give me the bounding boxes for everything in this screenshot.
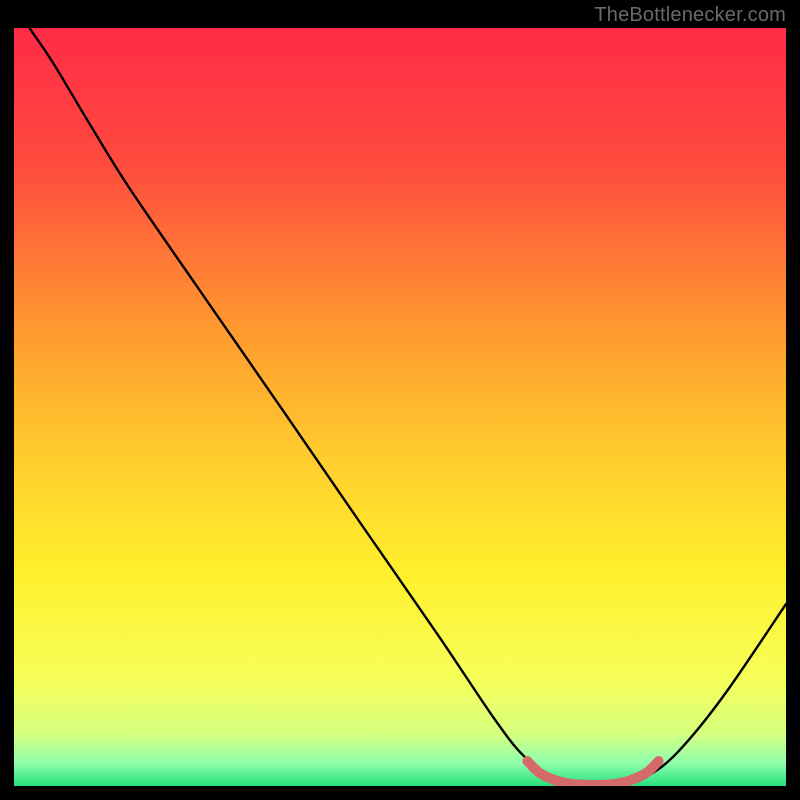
chart-frame [14, 28, 786, 786]
bottleneck-chart [14, 28, 786, 786]
chart-gradient-bg [14, 28, 786, 786]
watermark-text: TheBottlenecker.com [594, 4, 786, 27]
